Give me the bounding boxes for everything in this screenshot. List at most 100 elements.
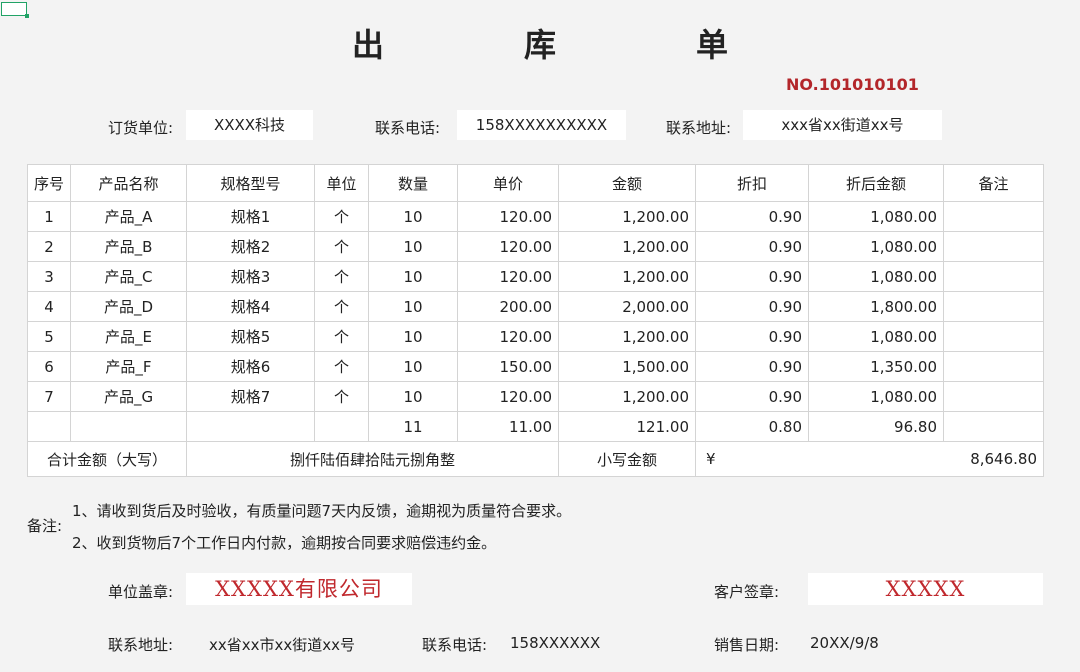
cell-amount[interactable]: 1,200.00 <box>558 381 696 412</box>
address-field[interactable]: xxx省xx街道xx号 <box>743 110 942 140</box>
cell-remark[interactable] <box>943 321 1044 352</box>
cell-spec[interactable]: 规格3 <box>186 261 315 292</box>
total-lower-label[interactable]: 小写金额 <box>558 441 696 477</box>
cell-amount[interactable]: 1,200.00 <box>558 231 696 262</box>
column-header-product-name[interactable]: 产品名称 <box>70 164 187 202</box>
cell-unit[interactable]: 个 <box>314 321 369 352</box>
cell-product-name[interactable]: 产品_C <box>70 261 187 292</box>
customer-signature-field[interactable]: XXXXX <box>808 573 1043 605</box>
cell-remark[interactable] <box>943 351 1044 382</box>
cell-discount[interactable]: 0.90 <box>695 261 809 292</box>
cell-remark[interactable] <box>943 291 1044 322</box>
cell-unit[interactable]: 个 <box>314 201 369 232</box>
column-header-spec[interactable]: 规格型号 <box>186 164 315 202</box>
cell-unit-price[interactable]: 120.00 <box>457 381 559 412</box>
column-header-amount[interactable]: 金额 <box>558 164 696 202</box>
cell-discounted-amount[interactable]: 1,080.00 <box>808 321 944 352</box>
cell-product-name[interactable]: 产品_A <box>70 201 187 232</box>
cell-unit[interactable]: 个 <box>314 231 369 262</box>
cell-spec[interactable]: 规格2 <box>186 231 315 262</box>
cell-discount[interactable]: 0.90 <box>695 201 809 232</box>
cell-seq[interactable]: 3 <box>27 261 71 292</box>
column-header-seq[interactable]: 序号 <box>27 164 71 202</box>
cell-discounted-amount[interactable]: 1,350.00 <box>808 351 944 382</box>
cell-seq[interactable]: 5 <box>27 321 71 352</box>
cell-product-name[interactable]: 产品_E <box>70 321 187 352</box>
cell-spec[interactable] <box>186 411 315 442</box>
cell-discount[interactable]: 0.90 <box>695 321 809 352</box>
column-header-unit-price[interactable]: 单价 <box>457 164 559 202</box>
cell-unit-price[interactable]: 120.00 <box>457 321 559 352</box>
cell-quantity[interactable]: 10 <box>368 351 458 382</box>
phone-field[interactable]: 158XXXXXXXXXX <box>457 110 626 140</box>
cell-amount[interactable]: 1,500.00 <box>558 351 696 382</box>
cell-product-name[interactable] <box>70 411 187 442</box>
cell-discounted-amount[interactable]: 1,080.00 <box>808 231 944 262</box>
cell-amount[interactable]: 121.00 <box>558 411 696 442</box>
total-lower-value[interactable]: ¥8,646.80 <box>695 441 1044 477</box>
selected-cell-marker[interactable] <box>1 2 29 18</box>
company-seal-field[interactable]: XXXXX有限公司 <box>186 573 412 605</box>
cell-discount[interactable]: 0.90 <box>695 381 809 412</box>
cell-unit[interactable] <box>314 411 369 442</box>
cell-discounted-amount[interactable]: 1,080.00 <box>808 381 944 412</box>
cell-unit-price[interactable]: 200.00 <box>457 291 559 322</box>
cell-unit[interactable]: 个 <box>314 381 369 412</box>
column-header-unit[interactable]: 单位 <box>314 164 369 202</box>
cell-seq[interactable]: 4 <box>27 291 71 322</box>
cell-unit-price[interactable]: 11.00 <box>457 411 559 442</box>
cell-seq[interactable]: 7 <box>27 381 71 412</box>
cell-amount[interactable]: 1,200.00 <box>558 321 696 352</box>
column-header-discount[interactable]: 折扣 <box>695 164 809 202</box>
cell-discounted-amount[interactable]: 1,800.00 <box>808 291 944 322</box>
cell-remark[interactable] <box>943 261 1044 292</box>
cell-unit-price[interactable]: 150.00 <box>457 351 559 382</box>
cell-unit[interactable]: 个 <box>314 291 369 322</box>
cell-unit-price[interactable]: 120.00 <box>457 231 559 262</box>
cell-discount[interactable]: 0.90 <box>695 231 809 262</box>
cell-unit[interactable]: 个 <box>314 261 369 292</box>
cell-quantity[interactable]: 10 <box>368 231 458 262</box>
column-header-discounted-amount[interactable]: 折后金额 <box>808 164 944 202</box>
cell-quantity[interactable]: 11 <box>368 411 458 442</box>
cell-spec[interactable]: 规格6 <box>186 351 315 382</box>
cell-seq[interactable]: 1 <box>27 201 71 232</box>
cell-quantity[interactable]: 10 <box>368 321 458 352</box>
total-upper-label[interactable]: 合计金额（大写） <box>27 441 187 477</box>
cell-remark[interactable] <box>943 201 1044 232</box>
cell-product-name[interactable]: 产品_G <box>70 381 187 412</box>
cell-spec[interactable]: 规格4 <box>186 291 315 322</box>
cell-discount[interactable]: 0.80 <box>695 411 809 442</box>
cell-seq[interactable]: 2 <box>27 231 71 262</box>
order-unit-field[interactable]: XXXX科技 <box>186 110 313 140</box>
cell-quantity[interactable]: 10 <box>368 291 458 322</box>
cell-product-name[interactable]: 产品_F <box>70 351 187 382</box>
cell-discounted-amount[interactable]: 96.80 <box>808 411 944 442</box>
cell-unit-price[interactable]: 120.00 <box>457 201 559 232</box>
cell-amount[interactable]: 1,200.00 <box>558 201 696 232</box>
cell-unit-price[interactable]: 120.00 <box>457 261 559 292</box>
cell-amount[interactable]: 1,200.00 <box>558 261 696 292</box>
cell-discount[interactable]: 0.90 <box>695 351 809 382</box>
cell-discounted-amount[interactable]: 1,080.00 <box>808 201 944 232</box>
cell-amount[interactable]: 2,000.00 <box>558 291 696 322</box>
cell-quantity[interactable]: 10 <box>368 381 458 412</box>
cell-spec[interactable]: 规格7 <box>186 381 315 412</box>
cell-quantity[interactable]: 10 <box>368 201 458 232</box>
cell-product-name[interactable]: 产品_B <box>70 231 187 262</box>
cell-spec[interactable]: 规格5 <box>186 321 315 352</box>
cell-product-name[interactable]: 产品_D <box>70 291 187 322</box>
cell-seq[interactable] <box>27 411 71 442</box>
column-header-remark[interactable]: 备注 <box>943 164 1044 202</box>
cell-remark[interactable] <box>943 381 1044 412</box>
cell-discount[interactable]: 0.90 <box>695 291 809 322</box>
column-header-quantity[interactable]: 数量 <box>368 164 458 202</box>
cell-quantity[interactable]: 10 <box>368 261 458 292</box>
cell-unit[interactable]: 个 <box>314 351 369 382</box>
cell-remark[interactable] <box>943 231 1044 262</box>
cell-discounted-amount[interactable]: 1,080.00 <box>808 261 944 292</box>
cell-remark[interactable] <box>943 411 1044 442</box>
total-upper-value[interactable]: 捌仟陆佰肆拾陆元捌角整 <box>186 441 559 477</box>
cell-spec[interactable]: 规格1 <box>186 201 315 232</box>
cell-seq[interactable]: 6 <box>27 351 71 382</box>
